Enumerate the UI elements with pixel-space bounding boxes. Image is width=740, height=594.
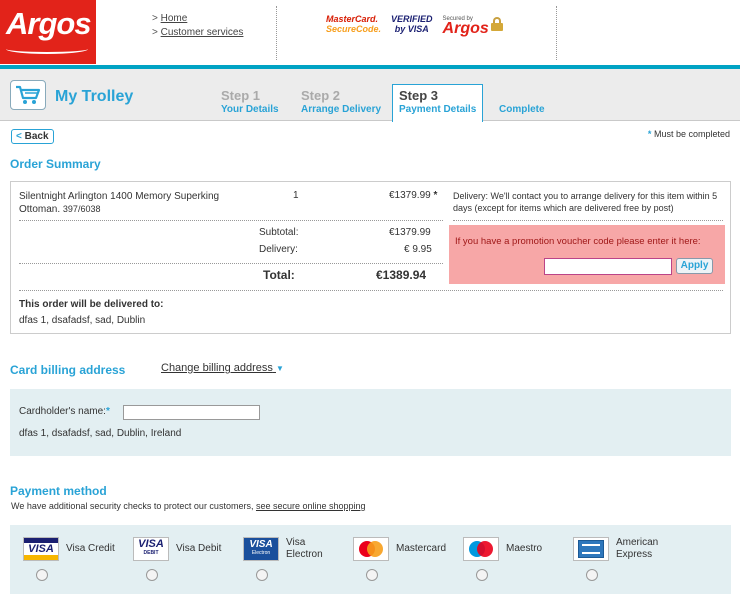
logo-text: Argos: [6, 6, 92, 41]
item-price: €1379.99 *: [389, 190, 438, 201]
apply-button[interactable]: Apply: [676, 258, 713, 274]
asterisk-icon: *: [647, 129, 652, 139]
subtotal-value: €1379.99: [389, 227, 431, 238]
visa-debit-icon: VISA DEBIT: [133, 537, 169, 561]
mastercard-radio[interactable]: [366, 569, 378, 581]
step-1: Step 1 Your Details: [221, 88, 279, 115]
argos-logo[interactable]: Argos: [0, 0, 96, 64]
delivered-to-label: This order will be delivered to:: [19, 299, 164, 310]
delivery-value: € 9.95: [404, 244, 432, 255]
divider: [453, 220, 723, 221]
divider: [19, 290, 723, 291]
step-3-current: Step 3 Payment Details: [392, 84, 483, 122]
visa-icon: VISA: [23, 537, 59, 561]
visa-electron-radio[interactable]: [256, 569, 268, 581]
mastercard-icon: [353, 537, 389, 561]
billing-address-text: dfas 1, dsafadsf, sad, Dublin, Ireland: [19, 428, 182, 439]
secure-shopping-link[interactable]: see secure online shopping: [256, 501, 366, 511]
maestro-radio[interactable]: [476, 569, 488, 581]
header-links: > Home > Customer services: [152, 13, 244, 38]
mastercard-securecode-logo: MasterCard. SecureCode.: [326, 14, 382, 34]
step-complete: Complete: [499, 104, 545, 115]
payment-method-heading: Payment method: [10, 484, 107, 498]
subtotal-label: Subtotal:: [259, 227, 299, 238]
logo-swoosh: [6, 44, 88, 54]
back-button[interactable]: < Back: [11, 129, 54, 144]
cardholder-name-label: Cardholder's name:*: [19, 406, 110, 417]
back-arrow-icon: <: [16, 131, 22, 142]
delivery-label: Delivery:: [259, 244, 298, 255]
divider: [19, 220, 443, 221]
step-2: Step 2 Arrange Delivery: [301, 88, 382, 115]
security-logos: MasterCard. SecureCode. VERIFIED by VISA…: [326, 14, 503, 37]
promo-code-input[interactable]: [544, 258, 672, 275]
site-header: Argos > Home > Customer services MasterC…: [0, 0, 740, 66]
promo-message: If you have a promotion voucher code ple…: [455, 236, 701, 247]
item-name: Silentnight Arlington 1400 Memory Superk…: [19, 191, 220, 215]
visa-electron-icon: VISA Electron: [243, 537, 279, 561]
cardholder-name-input[interactable]: [123, 405, 260, 420]
order-summary-heading: Order Summary: [10, 157, 101, 171]
change-billing-address-link[interactable]: Change billing address ▼: [161, 362, 284, 374]
page-title: My Trolley: [55, 88, 134, 105]
american-express-radio[interactable]: [586, 569, 598, 581]
secured-by-argos-logo: Secured by Argos: [443, 14, 503, 37]
trolley-icon: [10, 80, 46, 110]
payment-methods-panel: VISA Visa Credit VISA DEBIT Visa Debit V…: [10, 525, 731, 594]
payment-security-note: We have additional security checks to pr…: [11, 501, 366, 511]
header-divider: [556, 6, 557, 60]
amex-icon: [573, 537, 609, 561]
asterisk-icon: *: [105, 406, 110, 417]
delivery-note: Delivery: We'll contact you to arrange d…: [453, 191, 718, 213]
verified-by-visa-logo: VERIFIED by VISA: [391, 14, 433, 34]
header-divider: [276, 6, 277, 60]
order-summary-box: Silentnight Arlington 1400 Memory Superk…: [10, 181, 731, 334]
delivered-to-address: dfas 1, dsafadsf, sad, Dublin: [19, 315, 146, 326]
total-value: €1389.94: [376, 268, 427, 282]
item-code: 397/6038: [62, 204, 101, 214]
billing-heading: Card billing address: [10, 363, 126, 377]
customer-services-link[interactable]: Customer services: [161, 27, 244, 38]
padlock-icon: [490, 17, 503, 31]
chevron-down-icon: ▼: [275, 364, 284, 373]
maestro-icon: [463, 537, 499, 561]
required-note: * Must be completed: [647, 129, 730, 139]
home-link[interactable]: Home: [161, 13, 188, 24]
billing-address-panel: Cardholder's name:* dfas 1, dsafadsf, sa…: [10, 389, 731, 456]
divider: [19, 263, 443, 264]
promo-voucher-panel: If you have a promotion voucher code ple…: [449, 225, 725, 284]
visa-debit-radio[interactable]: [146, 569, 158, 581]
item-quantity: 1: [293, 190, 299, 201]
visa-credit-radio[interactable]: [36, 569, 48, 581]
checkout-progress-bar: My Trolley Step 1 Your Details Step 2 Ar…: [0, 69, 740, 122]
total-label: Total:: [263, 268, 295, 282]
